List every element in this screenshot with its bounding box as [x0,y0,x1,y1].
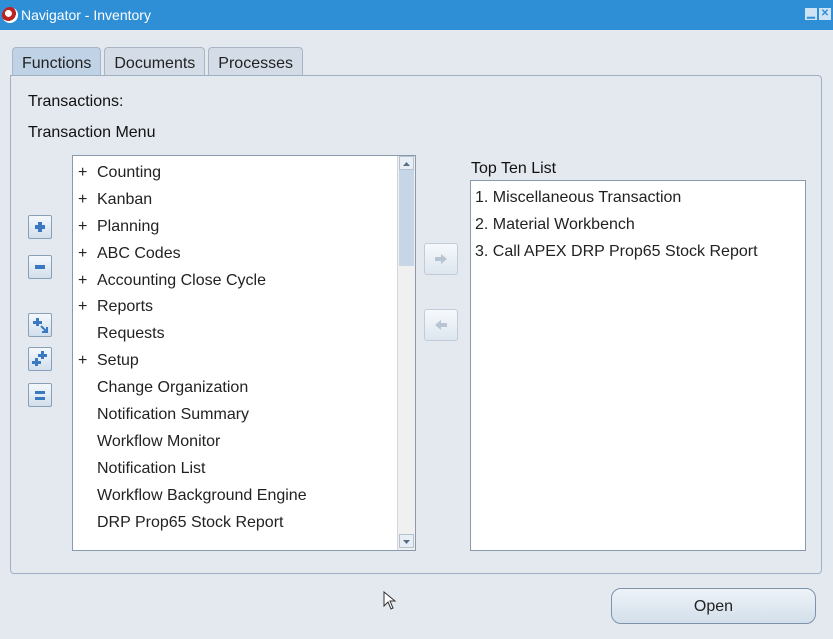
menu-item-notification-summary[interactable]: Notification Summary [73,401,399,428]
menu-item-label: Planning [97,218,160,235]
menu-item-label: Kanban [97,191,153,208]
menu-item-label: Workflow Background Engine [97,487,307,504]
top-ten-item[interactable]: 2. Material Workbench [475,211,635,238]
menu-scrollbar[interactable] [397,156,415,550]
menu-item-change-organization[interactable]: Change Organization [73,374,399,401]
arrow-left-icon [435,320,447,330]
collapse-all-button[interactable] [28,383,52,407]
minimize-icon[interactable]: ▁ [805,8,817,20]
tab-documents[interactable]: Documents [104,47,206,75]
top-ten-item[interactable]: 1. Miscellaneous Transaction [475,184,681,211]
menu-item-drp-prop65-stock-report[interactable]: DRP Prop65 Stock Report [73,509,399,536]
navigator-tabs: Functions Documents Processes [12,47,306,75]
menu-item-planning[interactable]: + Planning [73,213,399,240]
tab-functions[interactable]: Functions [12,47,102,75]
menu-item-workflow-monitor[interactable]: Workflow Monitor [73,428,399,455]
menu-item-requests[interactable]: Requests [73,320,399,347]
expander-plus: + [78,218,88,235]
menu-item-label: Change Organization [97,379,249,396]
transaction-menu-list[interactable]: + Counting + Kanban + Planning + ABC Cod… [72,155,416,551]
menu-item-label: Accounting Close Cycle [97,272,266,289]
menu-item-label: Notification Summary [97,406,250,423]
plus-icon [35,222,45,232]
transactions-label: Transactions: [28,93,124,110]
menu-item-label: Workflow Monitor [97,433,221,450]
tab-processes[interactable]: Processes [208,47,303,75]
expander-plus: + [78,352,88,369]
scrollbar-thumb[interactable] [399,170,414,266]
add-to-top-ten-button[interactable] [424,243,458,275]
menu-item-setup[interactable]: + Setup [73,347,399,374]
expand-all-button[interactable] [28,347,52,371]
collapse-all-icon [35,391,45,400]
menu-item-accounting-close-cycle[interactable]: + Accounting Close Cycle [73,267,399,294]
expand-branch-icon [33,318,48,333]
expander-plus: + [78,191,88,208]
window-title: Navigator - Inventory [21,7,151,23]
menu-item-label: Notification List [97,460,206,477]
collapse-button[interactable] [28,255,52,279]
expand-branch-button[interactable] [28,313,52,337]
navigator-window: Navigator - Inventory ▁ ✕ Functions Docu… [0,0,833,639]
remove-from-top-ten-button[interactable] [424,309,458,341]
transaction-menu-label: Transaction Menu [28,124,156,141]
top-ten-item[interactable]: 3. Call APEX DRP Prop65 Stock Report [475,238,758,265]
expander-plus: + [78,298,88,315]
top-ten-label: Top Ten List [471,160,557,177]
scroll-down-icon[interactable] [399,534,414,548]
minus-icon [35,265,45,269]
top-ten-list[interactable]: 1. Miscellaneous Transaction 2. Material… [470,180,806,551]
menu-item-label: Reports [97,298,154,315]
arrow-right-icon [435,254,447,264]
scroll-up-icon[interactable] [399,156,414,170]
expander-plus: + [78,272,88,289]
menu-item-label: Requests [97,325,165,342]
menu-item-notification-list[interactable]: Notification List [73,455,399,482]
open-button[interactable]: Open [611,588,816,624]
title-bar: Navigator - Inventory ▁ ✕ [0,0,833,30]
menu-item-label: Setup [97,352,139,369]
close-icon[interactable]: ✕ [819,8,831,20]
expander-plus: + [78,245,88,262]
menu-item-label: Counting [97,164,162,181]
menu-item-workflow-background-engine[interactable]: Workflow Background Engine [73,482,399,509]
menu-item-reports[interactable]: + Reports [73,293,399,320]
menu-item-label: ABC Codes [97,245,181,262]
expander-plus: + [78,164,88,181]
expand-all-icon [32,351,47,366]
menu-item-abc-codes[interactable]: + ABC Codes [73,240,399,267]
menu-item-counting[interactable]: + Counting [73,159,399,186]
menu-item-kanban[interactable]: + Kanban [73,186,399,213]
oracle-app-icon [2,7,18,23]
menu-item-label: DRP Prop65 Stock Report [97,514,284,531]
expand-button[interactable] [28,215,52,239]
mouse-cursor-icon [383,590,397,616]
